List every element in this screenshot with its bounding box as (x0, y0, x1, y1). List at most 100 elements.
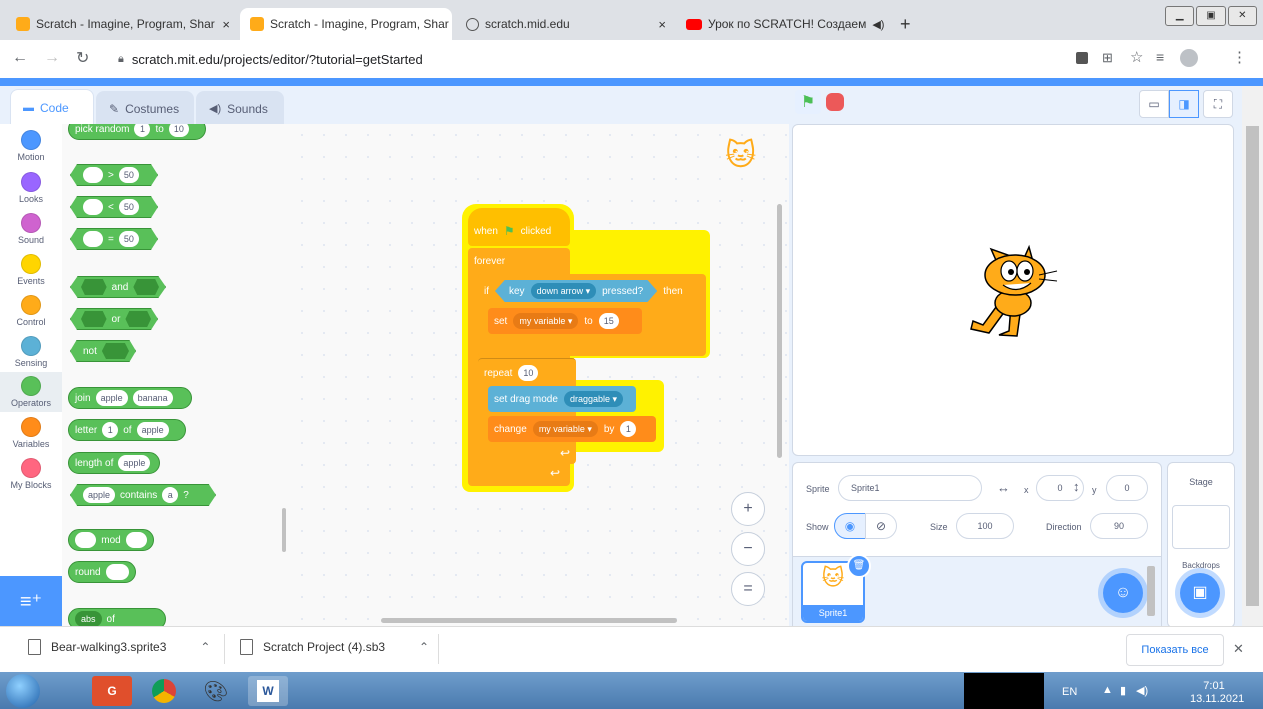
block-set-drag-mode[interactable]: set drag mode draggable ▾ (488, 386, 636, 412)
taskbar-word[interactable]: W (248, 676, 288, 706)
block-greater-than[interactable]: > 50 (70, 164, 158, 186)
block-input[interactable]: 10 (518, 365, 539, 381)
language-indicator[interactable]: EN (1062, 686, 1077, 698)
block-letter-of[interactable]: letter 1 of apple (68, 419, 186, 441)
small-stage-button[interactable]: ▭ (1139, 90, 1169, 118)
tab-sounds[interactable]: ◀) Sounds (196, 91, 284, 125)
workspace-vscrollbar[interactable] (777, 204, 782, 458)
block-input[interactable]: 50 (118, 231, 139, 247)
volume-icon[interactable]: ◀) (1136, 684, 1148, 697)
add-extension-button[interactable]: ≡⁺ (0, 576, 62, 626)
category-sensing[interactable]: Sensing (0, 336, 62, 368)
block-not[interactable]: not (70, 340, 136, 362)
stage-canvas[interactable] (792, 124, 1234, 456)
sprite-list-scrollbar[interactable] (1147, 566, 1155, 616)
block-input[interactable] (125, 532, 147, 548)
block-input[interactable] (83, 199, 103, 215)
download-item[interactable]: Scratch Project (4).sb3 ⌃ (240, 639, 429, 655)
profile-avatar[interactable] (1180, 49, 1198, 67)
block-input[interactable]: banana (132, 390, 173, 406)
block-less-than[interactable]: < 50 (70, 196, 158, 218)
bookmark-star-icon[interactable]: ☆ (1130, 48, 1143, 66)
category-looks[interactable]: Looks (0, 172, 62, 204)
block-input[interactable] (83, 167, 103, 183)
green-flag-button[interactable]: ⚑ (795, 90, 821, 114)
browser-tab-4[interactable]: Урок по SCRATCH! Создаем ◀) × (676, 8, 892, 40)
block-contains[interactable]: apple contains a ? (70, 484, 216, 506)
block-input[interactable] (105, 564, 129, 580)
category-control[interactable]: Control (0, 295, 62, 327)
page-scrollbar[interactable] (1242, 86, 1263, 626)
block-slot[interactable] (133, 279, 159, 295)
variable-dropdown[interactable]: my variable ▾ (532, 421, 598, 437)
sprite-name-input[interactable]: Sprite1 (838, 475, 982, 501)
block-when-flag-clicked[interactable]: when ⚑ clicked (468, 208, 570, 246)
block-round[interactable]: round (68, 561, 136, 583)
close-downloads-icon[interactable]: ✕ (1233, 641, 1244, 657)
block-join[interactable]: join apple banana (68, 387, 192, 409)
tab-close-icon[interactable]: × (222, 17, 230, 32)
chevron-up-icon[interactable]: ⌃ (200, 640, 210, 654)
block-slot[interactable] (125, 311, 151, 327)
block-input[interactable]: apple (118, 455, 151, 471)
block-input[interactable]: 1 (102, 422, 119, 438)
block-input[interactable]: 15 (598, 313, 619, 329)
block-input[interactable]: apple (83, 487, 116, 503)
block-input[interactable]: 50 (118, 199, 139, 215)
y-input[interactable]: 0 (1106, 475, 1148, 501)
translate-icon[interactable]: ⊞ (1102, 50, 1113, 66)
block-input[interactable]: 50 (118, 167, 139, 183)
tab-costumes[interactable]: ✎ Costumes (96, 91, 194, 125)
block-slot[interactable] (101, 343, 129, 359)
add-backdrop-button[interactable]: ▣ (1180, 573, 1220, 613)
block-input[interactable]: 1 (134, 124, 151, 137)
stop-button[interactable] (826, 93, 844, 111)
drag-mode-dropdown[interactable]: draggable ▾ (563, 391, 623, 407)
block-input[interactable] (83, 231, 103, 247)
download-item[interactable]: Bear-walking3.sprite3 ⌃ (28, 639, 210, 655)
direction-input[interactable]: 90 (1090, 513, 1148, 539)
category-my-blocks[interactable]: My Blocks (0, 458, 62, 490)
block-set-variable[interactable]: set my variable ▾ to 15 (488, 308, 642, 334)
zoom-in-button[interactable]: + (731, 492, 765, 526)
block-slot[interactable] (81, 279, 107, 295)
category-operators[interactable]: Operators (0, 372, 62, 412)
show-hidden-button[interactable]: ⊘ (865, 513, 897, 539)
minimize-icon[interactable]: ▁ (1165, 6, 1195, 26)
block-abs-of[interactable]: abs of (68, 608, 166, 626)
clock[interactable]: 7:01 13.11.2021 (1190, 680, 1244, 706)
page-scrollbar-thumb[interactable] (1246, 126, 1259, 606)
chevron-up-icon[interactable]: ⌃ (419, 640, 429, 654)
category-variables[interactable]: Variables (0, 417, 62, 449)
maximize-icon[interactable]: ▣ (1196, 6, 1226, 26)
extension-icon[interactable] (1076, 52, 1088, 64)
battery-icon[interactable]: ▮ (1120, 684, 1126, 697)
stage-thumbnail[interactable] (1172, 505, 1230, 549)
start-button[interactable] (6, 674, 40, 708)
block-dropdown[interactable]: abs (75, 611, 102, 626)
taskbar-paint[interactable]: 🎨︎ (196, 676, 236, 706)
browser-tab-1[interactable]: Scratch - Imagine, Program, Shar × (6, 8, 240, 40)
add-sprite-button[interactable]: ☺︎ (1103, 573, 1143, 613)
zoom-out-button[interactable]: − (731, 532, 765, 566)
menu-dots-icon[interactable]: ⋮ (1232, 48, 1247, 66)
size-input[interactable]: 100 (956, 513, 1014, 539)
block-equals[interactable]: = 50 (70, 228, 158, 250)
block-input[interactable]: apple (136, 422, 169, 438)
new-tab-button[interactable]: + (900, 14, 911, 35)
block-and[interactable]: and (70, 276, 166, 298)
block-input[interactable] (75, 532, 97, 548)
reading-list-icon[interactable]: ≡ (1156, 49, 1164, 65)
forward-icon[interactable]: → (44, 49, 60, 67)
browser-tab-3[interactable]: scratch.mid.edu × (456, 8, 676, 40)
close-window-icon[interactable]: ✕ (1227, 6, 1257, 26)
speaker-icon[interactable]: ◀) (872, 18, 884, 31)
variable-dropdown[interactable]: my variable ▾ (513, 313, 579, 329)
category-motion[interactable]: Motion (0, 130, 62, 162)
block-key-pressed[interactable]: key down arrow ▾ pressed? (495, 280, 658, 302)
key-dropdown[interactable]: down arrow ▾ (530, 283, 597, 299)
block-mod[interactable]: mod (68, 529, 154, 551)
block-or[interactable]: or (70, 308, 158, 330)
zoom-reset-button[interactable]: = (731, 572, 765, 606)
palette-scrollbar[interactable] (282, 508, 286, 552)
